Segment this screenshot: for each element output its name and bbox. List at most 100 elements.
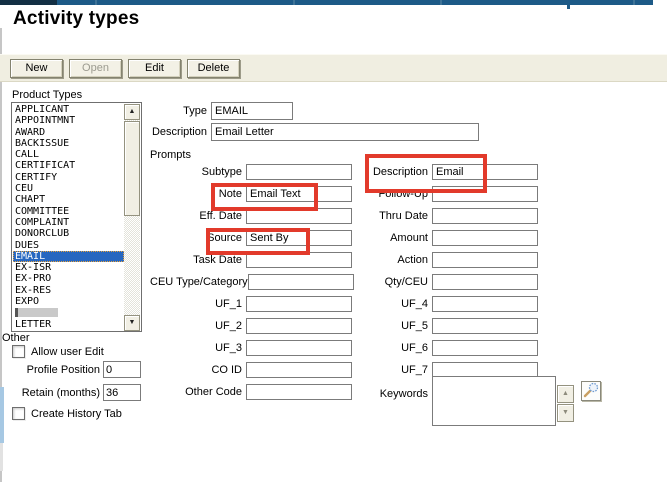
prompt-action-input[interactable] [432, 252, 538, 268]
list-item-dues[interactable]: DUES [13, 240, 124, 251]
top-banner [0, 0, 653, 5]
prompt-thru-date-row: Thru Date [330, 205, 538, 227]
prompt-eff-date-row: Eff. Date [150, 205, 352, 227]
prompt-source-row: Source [150, 227, 352, 249]
description-input[interactable] [211, 123, 479, 141]
prompt-uf-4-input[interactable] [432, 296, 538, 312]
prompt-uf-6-row: UF_6 [330, 337, 538, 359]
prompt-uf-1-label: UF_1 [150, 298, 242, 310]
keywords-scroll-up-button[interactable]: ▲ [557, 385, 574, 403]
new-button[interactable]: New [10, 59, 63, 78]
product-types-listbox[interactable]: APPLICANTAPPOINTMNTAWARDBACKISSUECALLCER… [11, 102, 142, 332]
delete-button[interactable]: Delete [187, 59, 240, 78]
list-item-ex-isr[interactable]: EX-ISR [13, 262, 124, 273]
keywords-scroll-down-button[interactable]: ▼ [557, 404, 574, 422]
list-item-chapt[interactable]: CHAPT [13, 194, 124, 205]
prompt-uf-5-input[interactable] [432, 318, 538, 334]
allow-user-edit-checkbox[interactable] [12, 345, 25, 358]
banner-divider [95, 0, 97, 5]
list-item-donorclub[interactable]: DONORCLUB [13, 228, 124, 239]
banner-divider [633, 0, 635, 5]
prompt-uf-2-row: UF_2 [150, 315, 352, 337]
prompt-ceu-type-category-row: CEU Type/Category [150, 271, 352, 293]
prompt-task-date-label: Task Date [150, 254, 242, 266]
list-scroll-up-button[interactable]: ▲ [124, 104, 140, 120]
prompt-co-id-label: CO ID [150, 364, 242, 376]
prompt-amount-label: Amount [330, 232, 428, 244]
prompt-task-date-row: Task Date [150, 249, 352, 271]
prompt-subtype-row: Subtype [150, 161, 352, 183]
list-item-ex-res[interactable]: EX-RES [13, 285, 124, 296]
profile-position-input[interactable] [103, 361, 141, 378]
prompts-label: Prompts [150, 149, 191, 161]
prompt-description-row: Description [330, 161, 538, 183]
prompt-uf-6-input[interactable] [432, 340, 538, 356]
prompt-other-code-label: Other Code [150, 386, 242, 398]
list-item-certify[interactable]: CERTIFY [13, 172, 124, 183]
list-item-committee[interactable]: COMMITTEE [13, 206, 124, 217]
prompt-uf-3-label: UF_3 [150, 342, 242, 354]
prompt-co-id-row: CO ID [150, 359, 352, 381]
prompt-eff-date-label: Eff. Date [150, 210, 242, 222]
prompt-thru-date-label: Thru Date [330, 210, 428, 222]
list-item-complaint[interactable]: COMPLAINT [13, 217, 124, 228]
prompt-follow-up-row: Follow-Up [330, 183, 538, 205]
description-label: Description [150, 126, 207, 138]
open-button[interactable]: Open [69, 59, 122, 78]
list-item-appointmnt[interactable]: APPOINTMNT [13, 115, 124, 126]
list-item-expo[interactable]: EXPO [13, 296, 124, 307]
list-item-award[interactable]: AWARD [13, 127, 124, 138]
banner-notch [567, 0, 570, 9]
list-item-ex-pro[interactable]: EX-PRO [13, 273, 124, 284]
list-item-backissue[interactable]: BACKISSUE [13, 138, 124, 149]
list-item-call[interactable]: CALL [13, 149, 124, 160]
prompt-description-input[interactable] [432, 164, 538, 180]
prompt-uf-6-label: UF_6 [330, 342, 428, 354]
list-item-email[interactable]: EMAIL [13, 251, 124, 262]
product-types-items: APPLICANTAPPOINTMNTAWARDBACKISSUECALLCER… [13, 104, 124, 330]
arrow-up-icon: ▲ [562, 390, 569, 397]
other-section-label: Other [2, 332, 30, 344]
page-title: Activity types [13, 8, 139, 30]
type-row: Type [150, 102, 293, 120]
keywords-lookup-button[interactable] [581, 381, 601, 401]
list-scroll-down-button[interactable]: ▼ [124, 315, 140, 331]
prompt-note-label: Note [150, 188, 242, 200]
prompt-subtype-label: Subtype [150, 166, 242, 178]
list-item-ceu[interactable]: CEU [13, 183, 124, 194]
list-item-certificat[interactable]: CERTIFICAT [13, 160, 124, 171]
left-edge-line-light [0, 443, 3, 471]
list-item-redacted[interactable] [13, 307, 124, 318]
list-item-applicant[interactable]: APPLICANT [13, 104, 124, 115]
edit-button[interactable]: Edit [128, 59, 181, 78]
prompt-qty-ceu-input[interactable] [432, 274, 538, 290]
prompt-uf-4-label: UF_4 [330, 298, 428, 310]
type-input[interactable] [211, 102, 293, 120]
retain-months-label: Retain (months) [22, 387, 100, 399]
retain-months-row: Retain (months) [0, 384, 141, 401]
retain-months-input[interactable] [103, 384, 141, 401]
top-banner-dark-segment [0, 0, 57, 5]
prompt-thru-date-input[interactable] [432, 208, 538, 224]
arrow-down-icon: ▼ [562, 409, 569, 416]
list-scroll-thumb[interactable] [124, 121, 140, 216]
prompts-left-column: Subtype Note Eff. Date Source Task Date CEU T… [150, 161, 352, 403]
activity-types-window: Activity types New Open Edit Delete Prod… [0, 0, 667, 482]
toolbar: New Open Edit Delete [0, 54, 667, 82]
prompt-qty-ceu-row: Qty/CEU [330, 271, 538, 293]
prompt-amount-input[interactable] [432, 230, 538, 246]
product-types-label: Product Types [12, 89, 82, 101]
create-history-tab-checkbox[interactable] [12, 407, 25, 420]
list-scrollbar-track[interactable]: ▲ ▼ [124, 104, 140, 331]
allow-user-edit-label: Allow user Edit [31, 346, 104, 358]
redacted-text [18, 308, 58, 317]
prompt-uf-1-row: UF_1 [150, 293, 352, 315]
banner-divider [293, 0, 295, 5]
keywords-textarea[interactable] [432, 376, 556, 426]
prompt-note-row: Note [150, 183, 352, 205]
list-item-letter[interactable]: LETTER [13, 319, 124, 330]
prompt-uf-4-row: UF_4 [330, 293, 538, 315]
prompt-follow-up-input[interactable] [432, 186, 538, 202]
profile-position-label: Profile Position [27, 364, 100, 376]
prompt-description-label: Description [330, 166, 428, 178]
